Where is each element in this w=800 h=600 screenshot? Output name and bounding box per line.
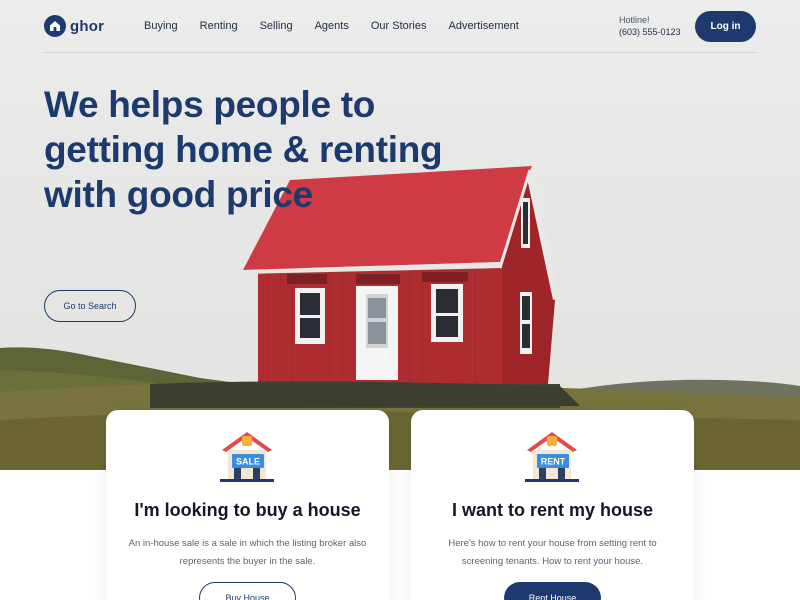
nav-item-renting[interactable]: Renting <box>200 20 238 32</box>
hotline: Hotline! (603) 555-0123 <box>619 15 681 37</box>
sale-badge: SALE <box>236 457 260 467</box>
hotline-label: Hotline! <box>619 15 650 25</box>
hero-background <box>0 0 800 470</box>
house-rent-icon: RENT <box>525 432 579 482</box>
rent-house-button[interactable]: Rent House <box>504 582 601 600</box>
hero-headline: We helps people to getting home & rentin… <box>44 84 443 215</box>
nav-item-advertisement[interactable]: Advertisement <box>448 20 518 32</box>
house-photo <box>0 166 800 470</box>
home-icon <box>44 15 66 37</box>
buy-card-description: An in-house sale is a sale in which the … <box>128 538 367 567</box>
rent-house-card: RENT I want to rent my house Here's how … <box>411 410 694 600</box>
site-header: ghor Buying Renting Selling Agents Our S… <box>0 0 800 54</box>
buy-house-button[interactable]: Buy House <box>199 582 296 600</box>
brand-logo[interactable]: ghor <box>44 15 104 37</box>
header-divider <box>44 52 756 53</box>
rent-card-title: I want to rent my house <box>451 500 654 520</box>
main-nav: Buying Renting Selling Agents Our Storie… <box>144 20 541 32</box>
rent-card-description: Here's how to rent your house from setti… <box>448 538 657 567</box>
login-button[interactable]: Log in <box>695 11 756 42</box>
nav-item-selling[interactable]: Selling <box>260 20 293 32</box>
brand-name: ghor <box>70 17 105 35</box>
nav-item-agents[interactable]: Agents <box>315 20 349 32</box>
nav-item-our-stories[interactable]: Our Stories <box>371 20 427 32</box>
buy-house-card: SALE I'm looking to buy a house An in-ho… <box>106 410 389 600</box>
buy-card-title: I'm looking to buy a house <box>134 500 361 520</box>
nav-item-buying[interactable]: Buying <box>144 20 178 32</box>
rent-badge: RENT <box>541 457 566 467</box>
house-sale-icon: SALE <box>220 432 274 482</box>
hotline-phone[interactable]: (603) 555-0123 <box>619 27 681 37</box>
go-to-search-button[interactable]: Go to Search <box>44 290 136 322</box>
